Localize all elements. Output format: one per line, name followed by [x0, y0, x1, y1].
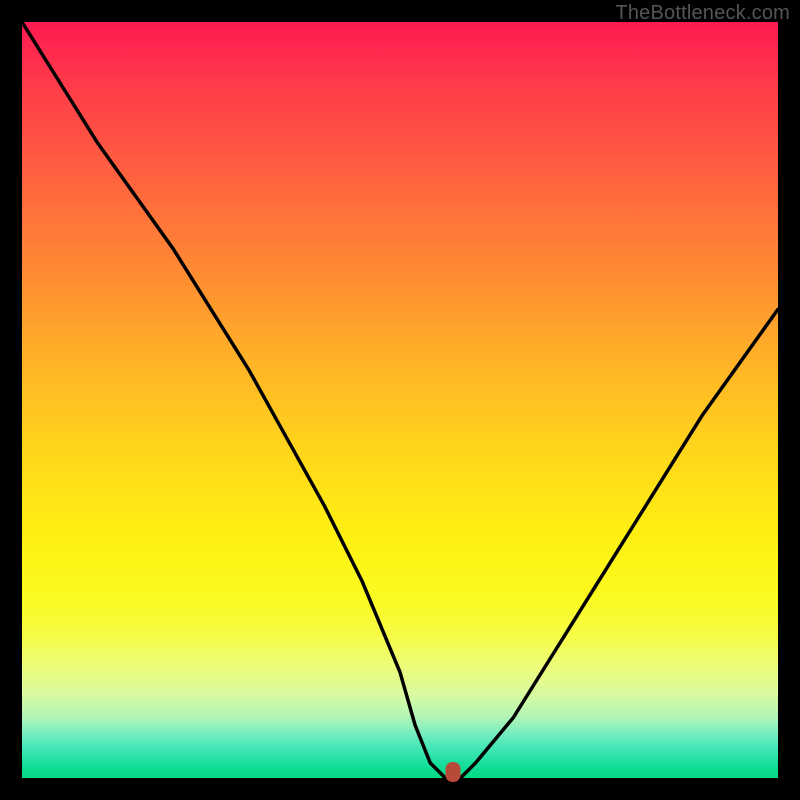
chart-plot-area — [22, 22, 778, 778]
watermark-text: TheBottleneck.com — [615, 2, 790, 25]
optimal-point-marker — [445, 762, 460, 782]
chart-frame: TheBottleneck.com — [0, 0, 800, 800]
bottleneck-curve — [22, 22, 778, 778]
